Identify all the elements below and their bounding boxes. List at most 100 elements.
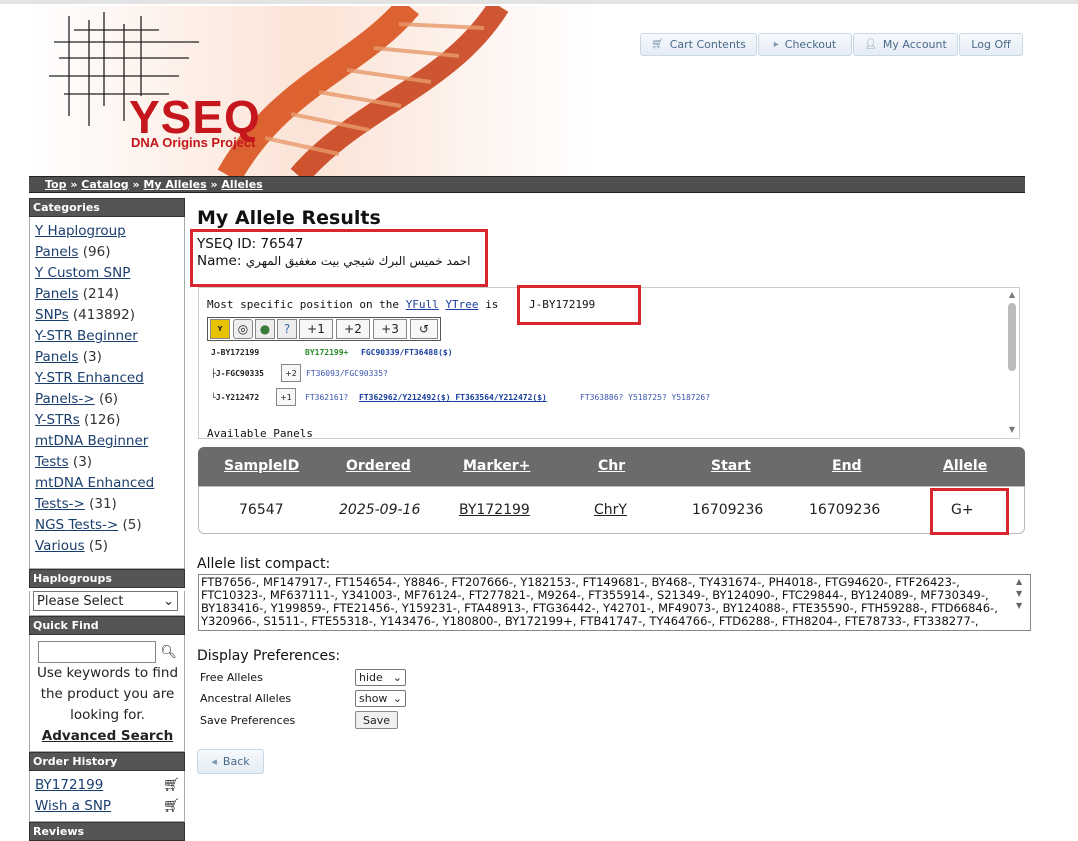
cart-contents-label: Cart Contents — [669, 38, 746, 51]
top-border — [0, 0, 1078, 4]
search-icon[interactable]: 🔍︎ — [160, 645, 177, 660]
tree-snp-list: FT362161? — [305, 393, 349, 402]
category-ngs-tests: NGS Tests-> (5) — [35, 515, 180, 536]
order-history-link[interactable]: BY172199 — [35, 775, 103, 796]
categories-list: Y Haplogroup Panels (96) Y Custom SNP Pane… — [29, 217, 185, 569]
textarea-scroll[interactable]: ▲ ▼ ▼ — [1016, 576, 1022, 612]
scroll-down-icon[interactable]: ▼ — [1005, 425, 1019, 434]
category-snps: SNPs (413892) — [35, 305, 180, 326]
cart-contents-button[interactable]: 🛒︎ Cart Contents — [640, 33, 757, 56]
category-link[interactable]: mtDNA Beginner — [35, 433, 148, 449]
save-preferences-label: Save Preferences — [200, 714, 296, 727]
category-count: (31) — [89, 496, 117, 512]
map-icon[interactable]: ◎ — [233, 319, 253, 339]
category-ystr-enhanced: Y-STR Enhanced Panels-> (6) — [35, 368, 180, 410]
category-link[interactable]: NGS Tests-> — [35, 517, 118, 533]
tree-snp-list[interactable]: FT362962/Y212492($) FT363564/Y212472($) — [359, 393, 547, 402]
chevron-down-icon: ⌄ — [163, 593, 174, 609]
breadcrumb-top[interactable]: Top — [45, 178, 66, 191]
haplogroups-header: Haplogroups — [29, 569, 185, 588]
category-ystr-beginner: Y-STR Beginner Panels (3) — [35, 326, 180, 368]
breadcrumb-alleles[interactable]: Alleles — [221, 178, 262, 191]
category-count: (126) — [84, 412, 121, 428]
category-link[interactable]: Y-STR Enhanced — [35, 370, 144, 386]
breadcrumb-my-alleles[interactable]: My Alleles — [143, 178, 206, 191]
tree-node: └J-Y212472 — [211, 393, 260, 402]
cell-sampleid: 76547 — [239, 502, 284, 518]
category-link[interactable]: Panels — [35, 286, 78, 302]
category-count: (3) — [82, 349, 102, 365]
category-link[interactable]: Y Custom SNP — [35, 265, 130, 281]
cell-chr-link[interactable]: ChrY — [594, 502, 627, 518]
col-chr[interactable]: Chr — [598, 458, 625, 474]
cell-end: 16709236 — [809, 502, 881, 518]
name-value: احمد خميس البرك شيجي بيت مغفيق المهري — [245, 254, 471, 268]
category-link[interactable]: Panels — [35, 244, 78, 260]
free-alleles-value: hide — [359, 671, 383, 684]
category-link[interactable]: SNPs — [35, 307, 69, 323]
tree-node: ├J-FGC90335 — [211, 369, 264, 378]
col-start[interactable]: Start — [711, 458, 751, 474]
quick-find-input[interactable] — [38, 641, 157, 663]
advanced-search-link[interactable]: Advanced Search — [42, 728, 173, 744]
haplogroups-select-value: Please Select — [37, 593, 124, 609]
category-link[interactable]: Y-STRs — [35, 412, 80, 428]
tree-expand-button[interactable]: +1 — [276, 388, 296, 406]
ancestral-alleles-label: Ancestral Alleles — [200, 692, 292, 705]
category-link[interactable]: Y-STR Beginner — [35, 328, 138, 344]
save-preferences-button[interactable]: Save — [355, 711, 398, 729]
categories-header: Categories — [29, 198, 185, 217]
chevron-left-icon: ◂ — [211, 755, 217, 768]
ancestral-alleles-select[interactable]: show ⌄ — [355, 690, 406, 707]
scroll-up-icon[interactable]: ▲ — [1005, 290, 1019, 299]
cart-icon[interactable]: 🛒︎ — [163, 775, 180, 796]
reset-button[interactable]: ↺ — [410, 319, 438, 339]
tree-snp-positive: BY172199+ — [305, 348, 349, 357]
tree-snp-list: FT363886? Y518725? Y518726? — [580, 393, 711, 402]
yseq-id-line: YSEQ ID: 76547 — [197, 236, 303, 252]
cart-icon[interactable]: 🛒︎ — [163, 796, 180, 817]
reviews-header: Reviews — [29, 822, 185, 841]
category-link[interactable]: Panels — [35, 349, 78, 365]
tree-panel-scrollbar[interactable]: ▲ ▼ — [1005, 290, 1019, 436]
col-ordered[interactable]: Ordered — [346, 458, 411, 474]
tree-node: J-BY172199 — [211, 348, 260, 357]
yfull-icon[interactable]: Y — [210, 319, 230, 339]
tree-expand-button[interactable]: +2 — [281, 364, 301, 382]
tree-snp-list: FGC90339/FT36488($) — [361, 348, 453, 357]
log-off-button[interactable]: Log Off — [959, 33, 1023, 56]
category-link[interactable]: Y Haplogroup — [35, 223, 126, 239]
expand-plus3-button[interactable]: +3 — [373, 319, 407, 339]
category-link[interactable]: Tests-> — [35, 496, 85, 512]
order-history-link[interactable]: Wish a SNP — [35, 796, 111, 817]
category-link[interactable]: Various — [35, 538, 85, 554]
log-off-label: Log Off — [971, 38, 1011, 51]
expand-plus2-button[interactable]: +2 — [336, 319, 370, 339]
col-end[interactable]: End — [832, 458, 862, 474]
col-sampleid[interactable]: SampleID — [224, 458, 299, 474]
breadcrumb-catalog[interactable]: Catalog — [81, 178, 128, 191]
help-icon[interactable]: ? — [277, 319, 297, 339]
cell-marker-link[interactable]: BY172199 — [459, 502, 530, 518]
category-link[interactable]: mtDNA Enhanced — [35, 475, 154, 491]
allele-compact-textarea[interactable]: FTB7656-, MF147917-, FT154654-, Y8846-, … — [198, 574, 1031, 631]
ytree-link[interactable]: YTree — [445, 298, 478, 311]
expand-plus1-button[interactable]: +1 — [299, 319, 333, 339]
category-y-custom-snp: Y Custom SNP Panels (214) — [35, 263, 180, 305]
category-link[interactable]: Panels-> — [35, 391, 95, 407]
haplogroups-select[interactable]: Please Select ⌄ — [33, 591, 178, 611]
scroll-thumb[interactable] — [1008, 303, 1016, 371]
yfull-link[interactable]: YFull — [406, 298, 439, 311]
category-mtdna-enhanced: mtDNA Enhanced Tests-> (31) — [35, 473, 180, 515]
col-marker[interactable]: Marker+ — [463, 458, 530, 474]
col-allele[interactable]: Allele — [943, 458, 987, 474]
back-label: Back — [222, 755, 250, 768]
globe-icon[interactable]: ● — [255, 319, 275, 339]
checkout-button[interactable]: ▸ Checkout — [758, 33, 852, 56]
ancestral-alleles-value: show — [359, 692, 388, 705]
category-count: (214) — [82, 286, 120, 302]
my-account-button[interactable]: 👤︎ My Account — [853, 33, 958, 56]
category-link[interactable]: Tests — [35, 454, 69, 470]
back-button[interactable]: ◂ Back — [197, 749, 264, 774]
free-alleles-select[interactable]: hide ⌄ — [355, 669, 406, 686]
